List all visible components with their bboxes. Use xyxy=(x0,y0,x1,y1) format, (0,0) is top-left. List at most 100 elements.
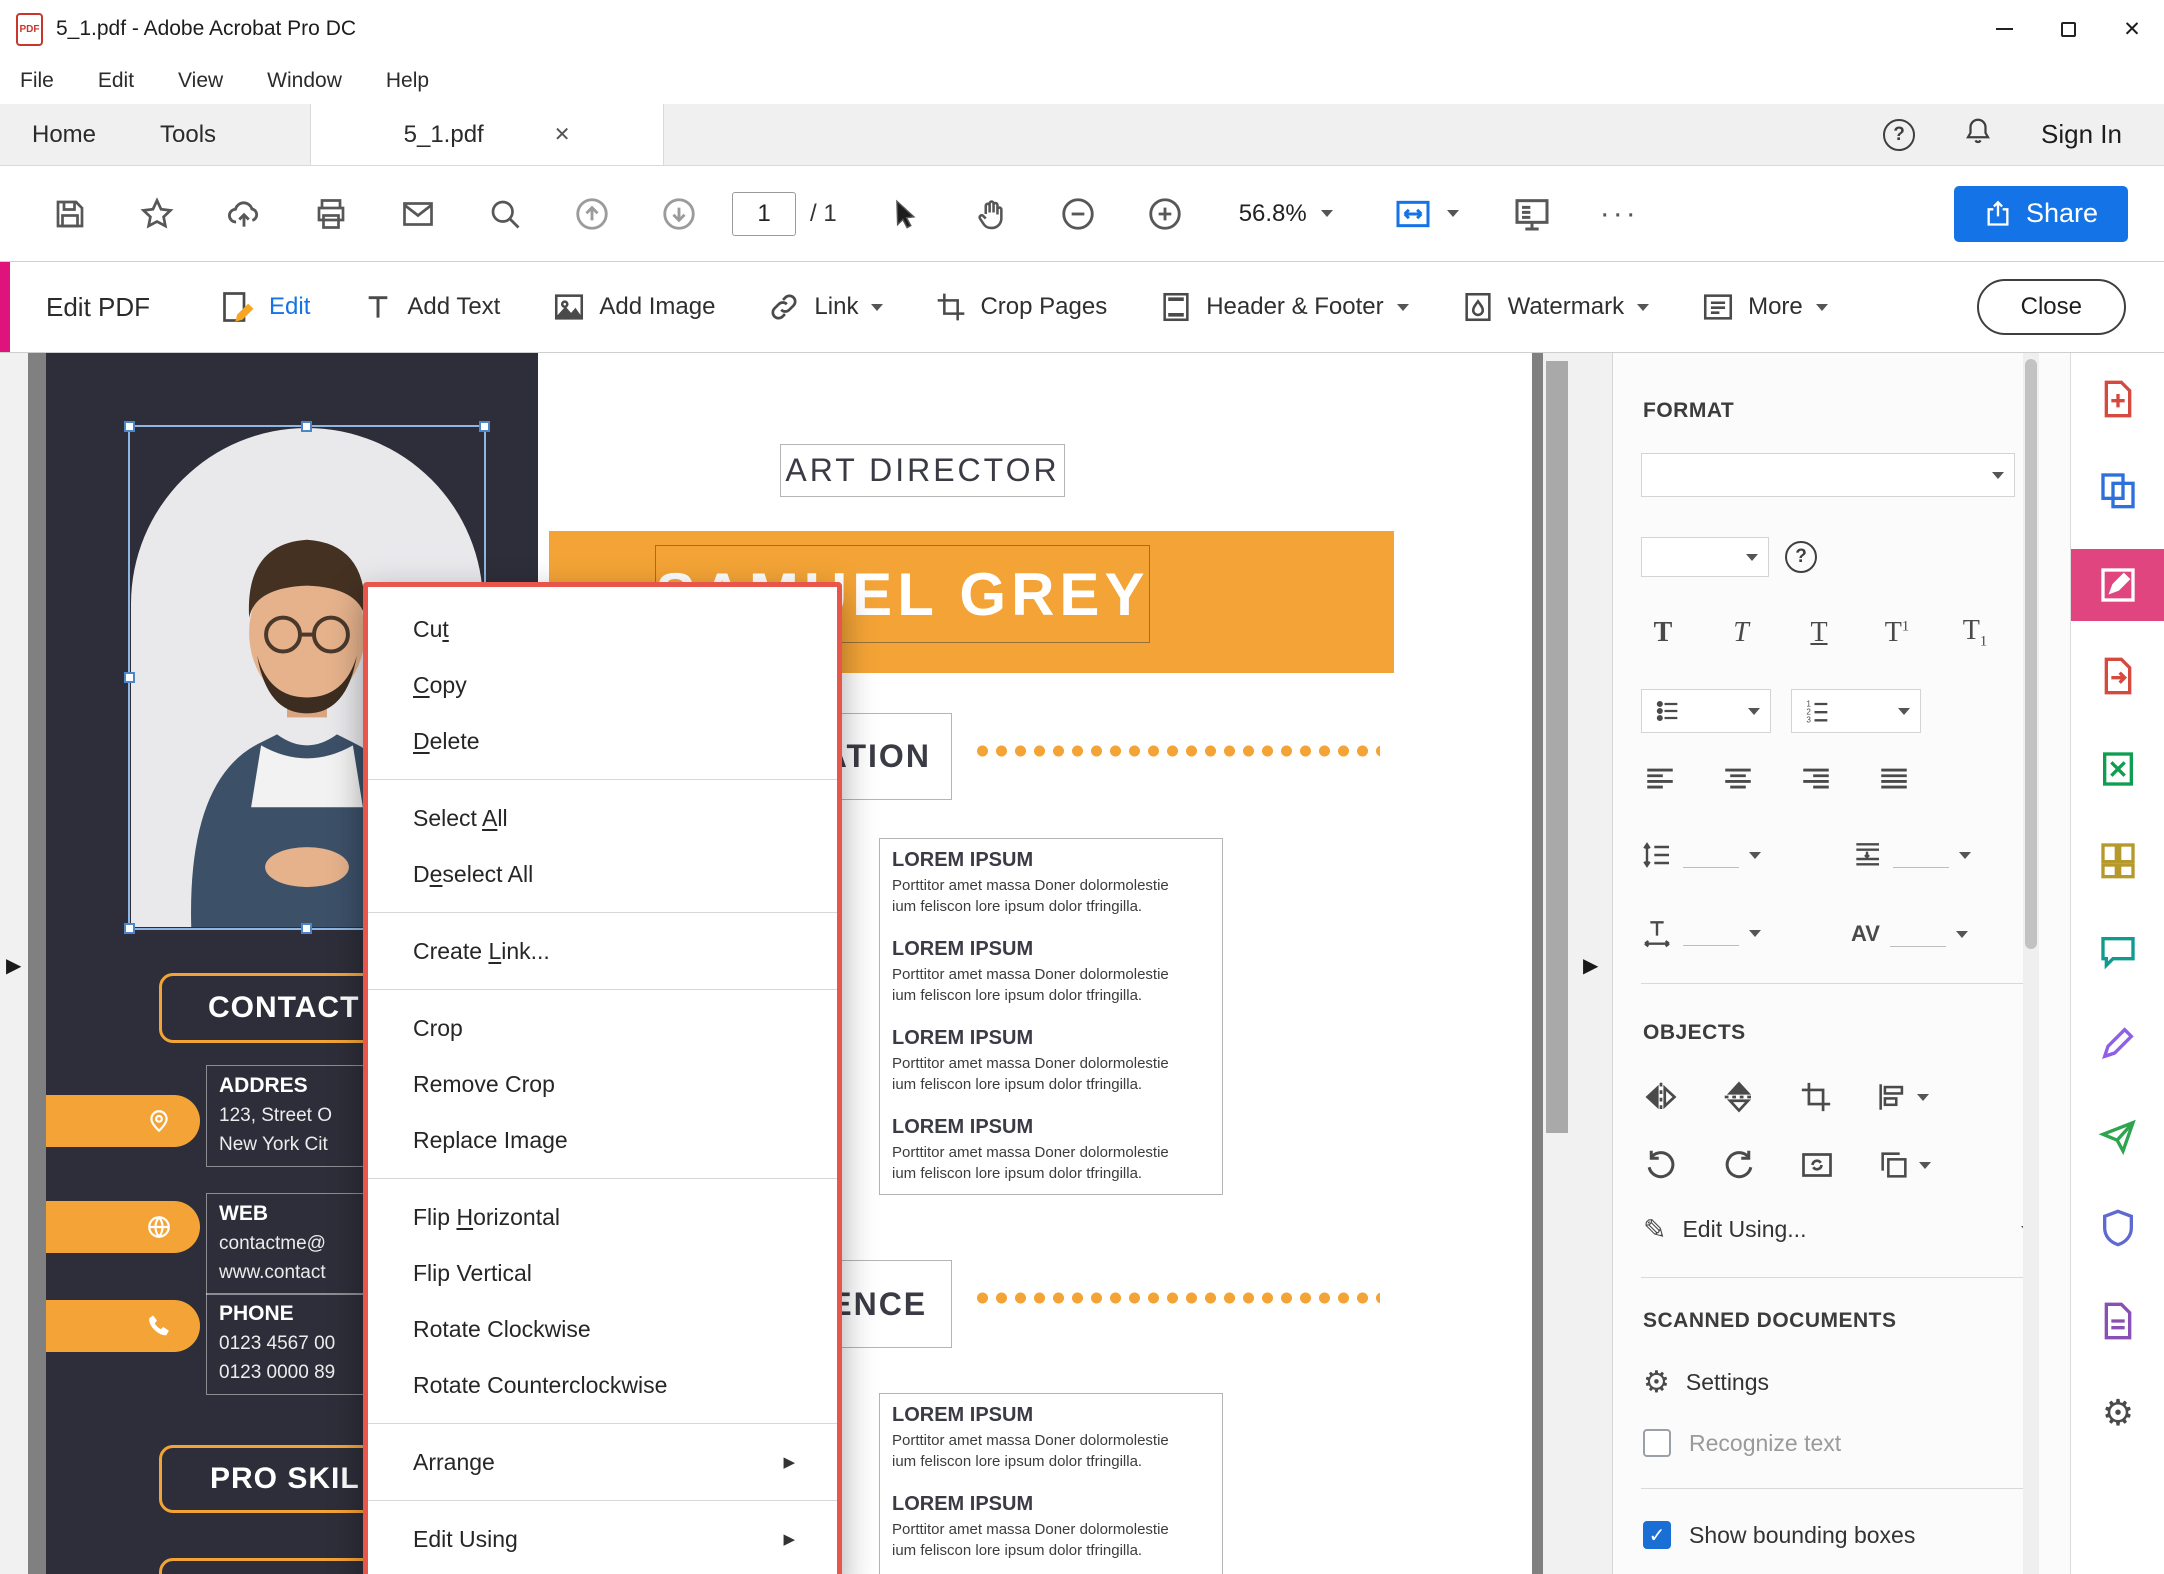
link-button[interactable]: Link xyxy=(767,290,883,324)
bullet-list-select[interactable] xyxy=(1641,689,1771,733)
italic-icon[interactable]: T xyxy=(1719,617,1763,649)
context-menu-item-arrange[interactable]: Arrange▶ xyxy=(368,1434,837,1490)
edit-using-control[interactable]: ✎ Edit Using... xyxy=(1643,1213,2033,1246)
selection-handle[interactable] xyxy=(124,923,135,934)
context-menu-item-flip-horizontal[interactable]: Flip Horizontal xyxy=(368,1189,837,1245)
menu-window[interactable]: Window xyxy=(267,69,342,93)
email-icon[interactable] xyxy=(374,196,461,232)
document-tab[interactable]: 5_1.pdf ✕ xyxy=(310,104,664,165)
tab-home[interactable]: Home xyxy=(0,104,128,165)
bold-icon[interactable]: T xyxy=(1641,617,1685,649)
selection-handle[interactable] xyxy=(124,421,135,432)
context-menu-item-crop[interactable]: Crop xyxy=(368,1000,837,1056)
line-spacing-value[interactable] xyxy=(1683,842,1739,868)
expand-left-panel-icon[interactable]: ▶ xyxy=(6,953,21,978)
fill-sign-icon[interactable] xyxy=(2071,1007,2164,1079)
header-footer-button[interactable]: Header & Footer xyxy=(1159,290,1408,324)
close-tab-icon[interactable]: ✕ xyxy=(554,122,571,147)
context-menu-item-create-link[interactable]: Create Link... xyxy=(368,923,837,979)
paragraph-spacing-control[interactable] xyxy=(1851,839,1971,871)
fit-width-control[interactable] xyxy=(1393,194,1459,234)
selection-handle[interactable] xyxy=(301,923,312,934)
horizontal-scale-value[interactable] xyxy=(1683,920,1739,946)
prepare-form-icon[interactable] xyxy=(2071,1285,2164,1357)
organize-pages-icon[interactable] xyxy=(2071,824,2164,896)
collapse-right-panel-icon[interactable]: ▶ xyxy=(1583,953,1598,978)
panel-scrollbar[interactable] xyxy=(2023,353,2039,1574)
edit-pdf-tool-icon[interactable] xyxy=(2071,549,2164,621)
sign-in-button[interactable]: Sign In xyxy=(2041,119,2122,150)
context-menu-item-remove-crop[interactable]: Remove Crop xyxy=(368,1056,837,1112)
print-icon[interactable] xyxy=(287,196,374,232)
scan-ocr-icon[interactable] xyxy=(2071,733,2164,805)
horizontal-scale-control[interactable] xyxy=(1641,917,1761,949)
zoom-out-icon[interactable] xyxy=(1035,195,1122,233)
context-menu-item-cut[interactable]: Cut xyxy=(368,601,837,657)
next-page-icon[interactable] xyxy=(635,195,722,233)
line-spacing-control[interactable] xyxy=(1641,839,1761,871)
share-button[interactable]: Share xyxy=(1954,186,2128,242)
selection-handle[interactable] xyxy=(124,672,135,683)
panel-scrollbar-thumb[interactable] xyxy=(2025,359,2037,949)
context-menu-item-deselect-all[interactable]: Deselect All xyxy=(368,846,837,902)
menu-view[interactable]: View xyxy=(178,69,223,93)
hand-tool-icon[interactable] xyxy=(948,196,1035,232)
combine-files-icon[interactable] xyxy=(2071,454,2164,526)
context-menu-item-replace-image[interactable]: Replace Image xyxy=(368,1112,837,1168)
select-tool-icon[interactable] xyxy=(861,197,948,231)
zoom-control[interactable]: 56.8% xyxy=(1239,200,1333,228)
context-menu-item-edit-using[interactable]: Edit Using▶ xyxy=(368,1511,837,1567)
show-bounding-boxes-checkbox[interactable]: ✓ xyxy=(1643,1521,1671,1549)
context-menu-item-rotate-counterclockwise[interactable]: Rotate Counterclockwise xyxy=(368,1357,837,1413)
font-size-select[interactable] xyxy=(1641,537,1769,577)
page-number-input[interactable] xyxy=(732,192,796,236)
more-tools-icon[interactable]: ··· xyxy=(1576,197,1663,231)
format-help-icon[interactable]: ? xyxy=(1785,541,1817,573)
paragraph-spacing-value[interactable] xyxy=(1893,842,1949,868)
cloud-upload-icon[interactable] xyxy=(200,195,287,233)
context-menu-item-delete[interactable]: Delete xyxy=(368,713,837,769)
menu-help[interactable]: Help xyxy=(386,69,429,93)
close-window-button[interactable]: ✕ xyxy=(2100,0,2164,58)
maximize-button[interactable] xyxy=(2036,0,2100,58)
send-for-comments-icon[interactable] xyxy=(2071,1100,2164,1172)
subscript-icon[interactable]: T1 xyxy=(1953,615,1997,651)
search-icon[interactable] xyxy=(461,196,548,232)
crop-pages-button[interactable]: Crop Pages xyxy=(935,291,1107,323)
document-scrollbar[interactable] xyxy=(1543,353,1571,1574)
underline-icon[interactable]: T xyxy=(1797,617,1841,649)
protect-icon[interactable] xyxy=(2071,1192,2164,1264)
save-icon[interactable] xyxy=(26,196,113,232)
zoom-in-icon[interactable] xyxy=(1122,195,1209,233)
tab-tools[interactable]: Tools xyxy=(128,104,248,165)
previous-page-icon[interactable] xyxy=(548,195,635,233)
create-pdf-icon[interactable] xyxy=(2071,363,2164,435)
job-title-textbox[interactable]: ART DIRECTOR xyxy=(780,444,1065,497)
notifications-bell-icon[interactable] xyxy=(1963,116,1993,153)
more-button[interactable]: More xyxy=(1701,290,1828,324)
context-menu-item-flip-vertical[interactable]: Flip Vertical xyxy=(368,1245,837,1301)
export-pdf-icon[interactable] xyxy=(2071,640,2164,712)
close-edit-pdf-button[interactable]: Close xyxy=(1977,279,2126,335)
context-menu-item-rotate-clockwise[interactable]: Rotate Clockwise xyxy=(368,1301,837,1357)
context-menu-item-copy[interactable]: Copy xyxy=(368,657,837,713)
superscript-icon[interactable]: T1 xyxy=(1875,617,1919,649)
context-menu-item-select-all[interactable]: Select All xyxy=(368,790,837,846)
add-image-button[interactable]: Add Image xyxy=(552,290,715,324)
help-icon[interactable]: ? xyxy=(1883,119,1915,151)
edit-mode-button[interactable]: Edit xyxy=(220,289,310,325)
menu-edit[interactable]: Edit xyxy=(98,69,134,93)
add-text-button[interactable]: Add Text xyxy=(362,291,500,323)
selection-handle[interactable] xyxy=(479,421,490,432)
watermark-button[interactable]: Watermark xyxy=(1461,290,1649,324)
page-display-icon[interactable] xyxy=(1489,194,1576,234)
recognize-text-checkbox[interactable] xyxy=(1643,1429,1671,1457)
minimize-button[interactable] xyxy=(1972,0,2036,58)
comment-icon[interactable] xyxy=(2071,916,2164,988)
education-entries-box[interactable]: LOREM IPSUMPorttitor amet massa Doner do… xyxy=(879,838,1223,1195)
selection-handle[interactable] xyxy=(301,421,312,432)
experience-entries-box[interactable]: LOREM IPSUMPorttitor amet massa Doner do… xyxy=(879,1393,1223,1574)
character-spacing-control[interactable]: AV xyxy=(1851,921,1968,947)
more-tools-gear-icon[interactable]: ⚙ xyxy=(2071,1377,2164,1449)
font-family-select[interactable] xyxy=(1641,453,2015,497)
